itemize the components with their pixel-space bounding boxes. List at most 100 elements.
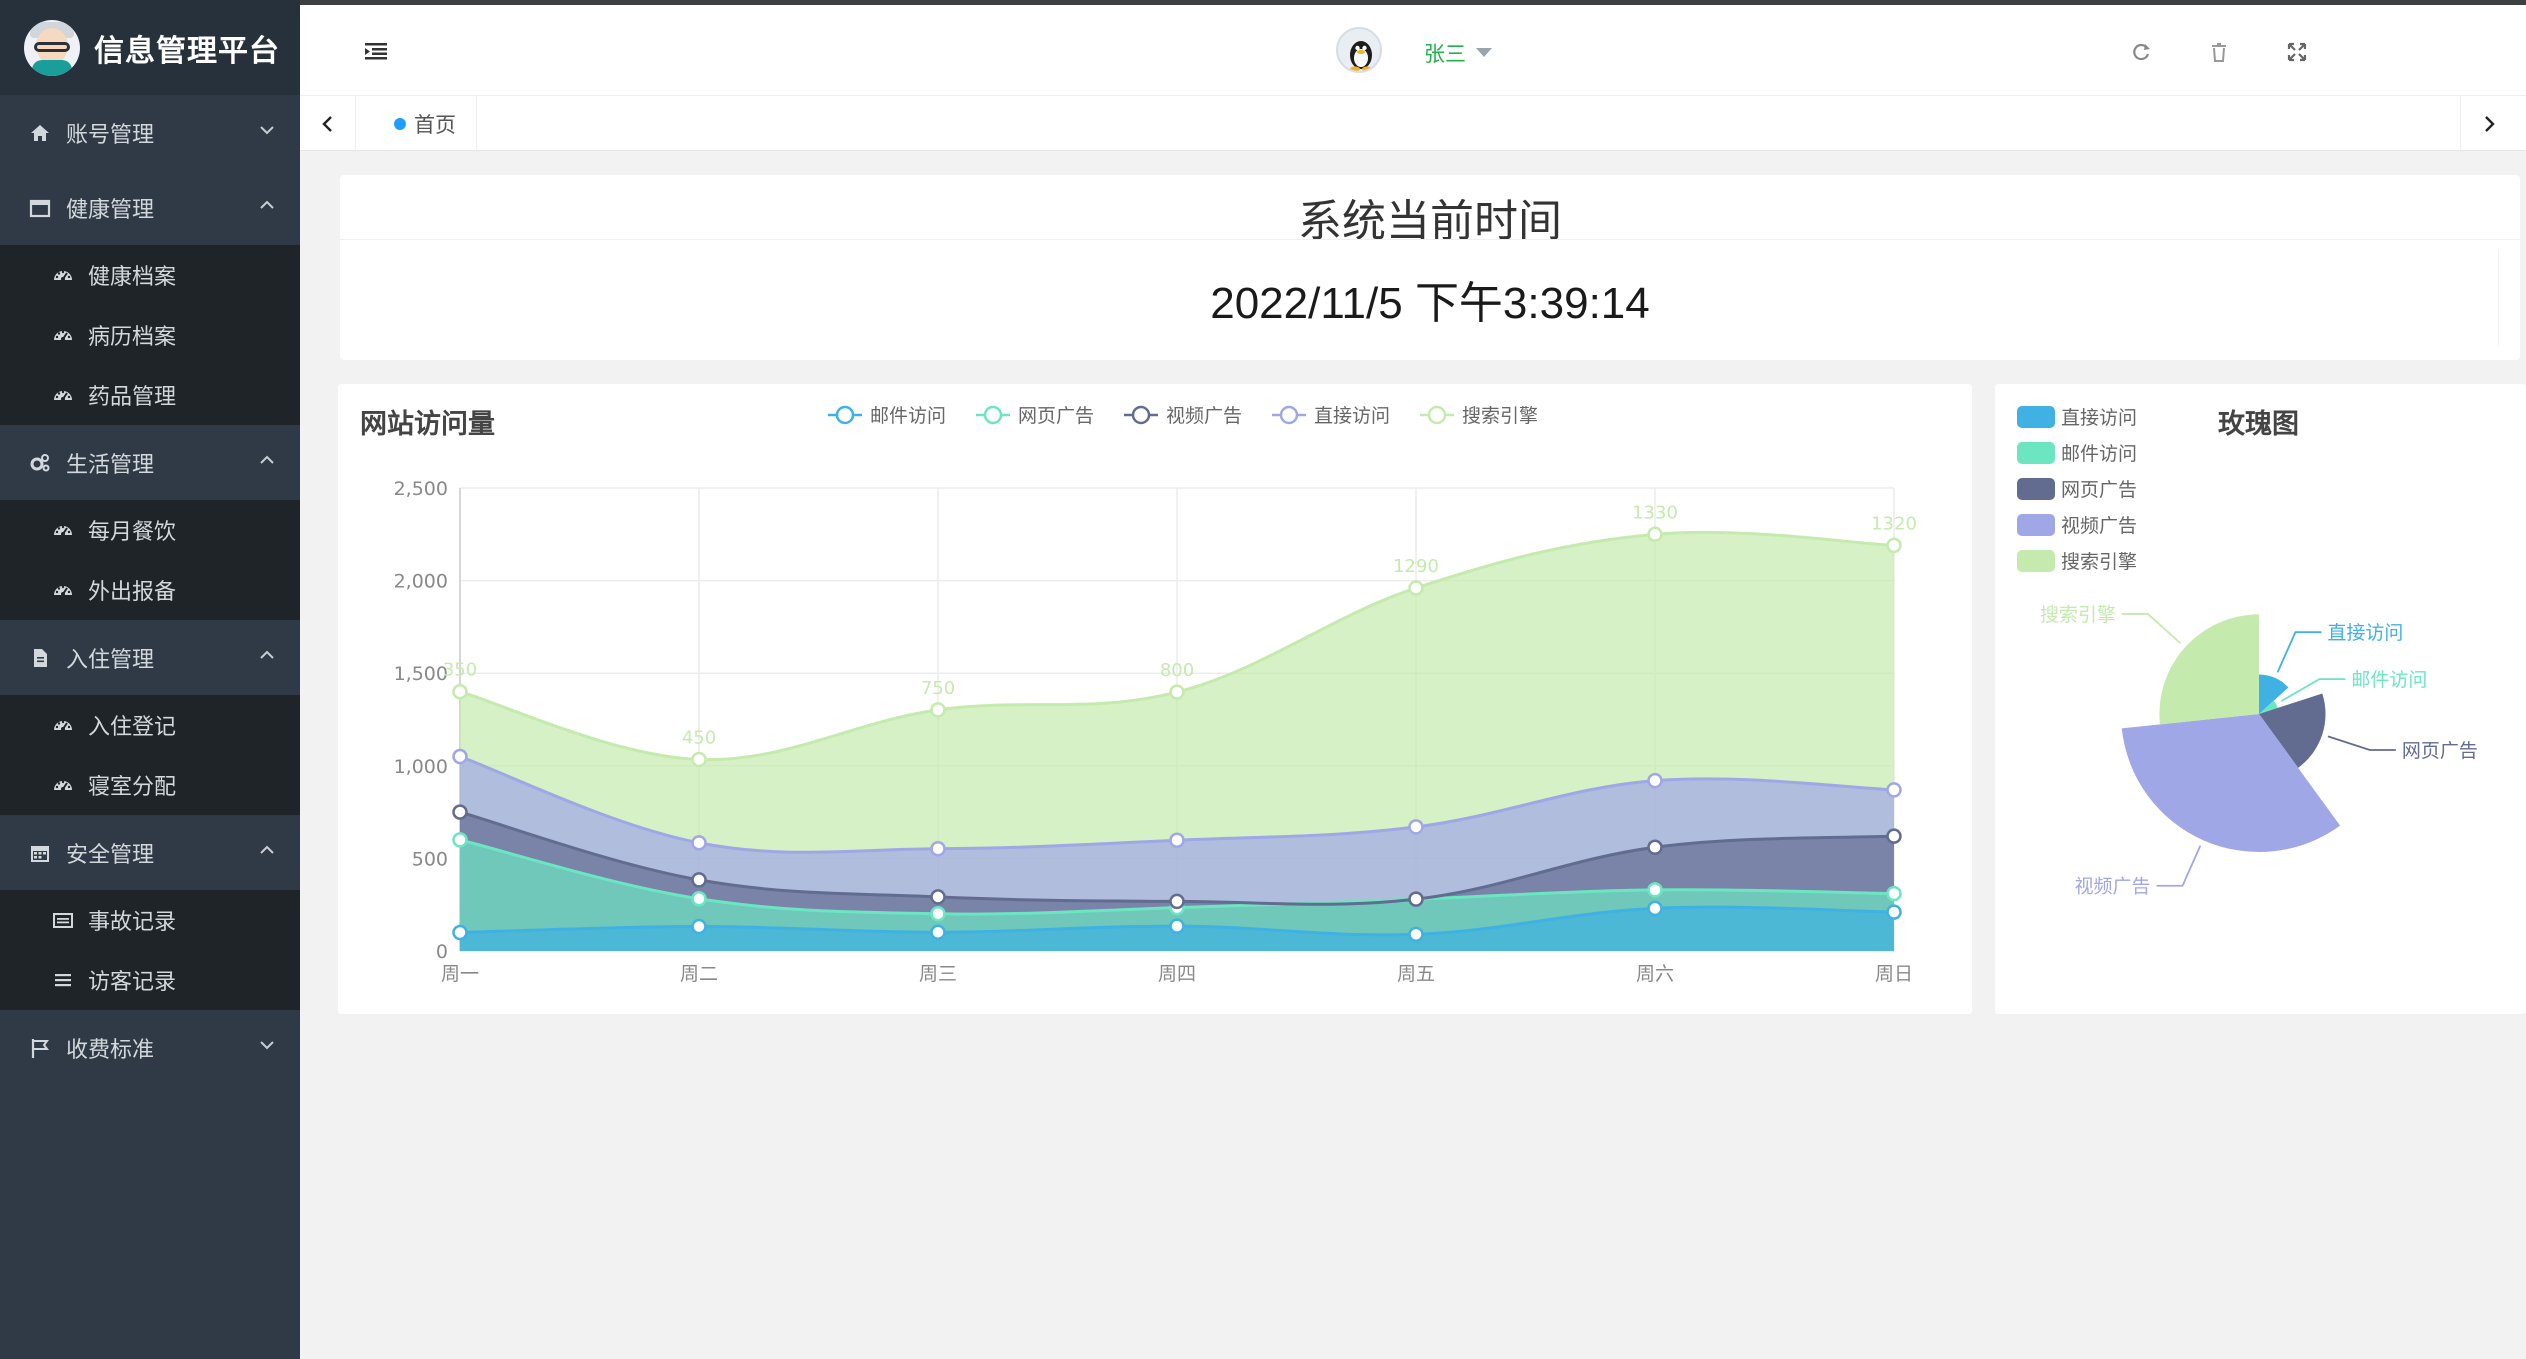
legend-item[interactable]: 网页广告 [2017, 478, 2137, 501]
legend-swatch [2017, 478, 2055, 500]
sidebar-submenu-item[interactable]: 外出报备 [0, 560, 300, 620]
data-point [1169, 832, 1185, 849]
tab-scroll-right-button[interactable] [2460, 96, 2516, 152]
sidebar-submenu-item[interactable]: 病历档案 [0, 305, 300, 365]
menu-toggle-icon[interactable] [365, 42, 387, 60]
sidebar-menu-label: 账号管理 [66, 122, 155, 148]
legend-item[interactable]: 视频广告 [1124, 405, 1242, 427]
sidebar-menu-item[interactable]: 入住管理 [0, 620, 300, 695]
sidebar-submenu-label: 外出报备 [88, 580, 177, 605]
legend-marker [1427, 405, 1447, 425]
data-point [1647, 526, 1663, 543]
logo-avatar-icon [24, 19, 80, 76]
visits-chart-card: 网站访问量 0 500 1,000 1,500 2,000 2,500 周一 周二 周三 周四 周五… [338, 384, 1972, 1014]
legend-item[interactable]: 搜索引擎 [1420, 405, 1538, 427]
card-icon [52, 909, 74, 931]
legend-label: 视频广告 [1166, 405, 1242, 427]
gears-icon [28, 451, 52, 475]
chevron-up-icon [260, 845, 274, 854]
caret-down-icon[interactable] [1476, 48, 1492, 57]
sidebar-menu-item[interactable]: 生活管理 [0, 425, 300, 500]
chevron-up-icon [260, 455, 274, 464]
data-label: 750 [921, 678, 955, 699]
legend-item[interactable]: 直接访问 [2017, 406, 2137, 429]
legend-item[interactable]: 邮件访问 [828, 405, 946, 427]
chevron-down-icon [260, 126, 274, 135]
sidebar-menu-label: 安全管理 [66, 842, 155, 868]
sidebar-menu-item[interactable]: 健康管理 [0, 170, 300, 245]
sidebar-submenu-item[interactable]: 寝室分配 [0, 755, 300, 815]
sidebar-submenu-label: 健康档案 [88, 265, 177, 290]
data-point [691, 891, 707, 907]
tab-bar: 首页 [300, 95, 2526, 152]
legend-swatch [2017, 550, 2055, 572]
sidebar-menu-item[interactable]: 收费标准 [0, 1010, 300, 1085]
data-point [452, 832, 468, 848]
legend-label: 直接访问 [1314, 405, 1390, 427]
rose-pie-chart: 直接访问邮件访问网页广告视频广告搜索引擎直接访问邮件访问网页广告视频广告搜索引擎 [2017, 406, 2478, 898]
rose-label-line [2156, 845, 2202, 887]
sidebar-menu-item[interactable]: 安全管理 [0, 815, 300, 890]
user-avatar[interactable] [1336, 27, 1382, 73]
sidebar-submenu-label: 入住登记 [88, 715, 177, 740]
data-point [1647, 772, 1663, 789]
sidebar-menu-item[interactable]: 账号管理 [0, 95, 300, 170]
sidebar-submenu-item[interactable]: 事故记录 [0, 890, 300, 950]
legend-item[interactable]: 视频广告 [2017, 514, 2137, 537]
data-point [691, 918, 707, 935]
x-tick-label: 周二 [680, 963, 718, 985]
sidebar-submenu: 入住登记寝室分配 [0, 695, 300, 815]
data-point [1647, 839, 1663, 856]
home-icon [28, 121, 52, 145]
legend-item[interactable]: 邮件访问 [2017, 442, 2137, 465]
data-point [452, 683, 468, 700]
sidebar-menu-label: 入住管理 [66, 647, 155, 673]
dashboard-icon [52, 714, 74, 736]
refresh-icon[interactable] [2130, 41, 2152, 63]
sidebar-submenu-label: 每月餐饮 [88, 520, 177, 545]
dashboard-icon [52, 324, 74, 346]
calendar-icon [28, 841, 52, 865]
data-point [691, 872, 707, 888]
sidebar-submenu-item[interactable]: 入住登记 [0, 695, 300, 755]
user-name[interactable]: 张三 [1424, 38, 1466, 68]
legend-label: 邮件访问 [2061, 443, 2137, 465]
data-label: 350 [443, 660, 477, 681]
data-point [1647, 900, 1663, 917]
sidebar-submenu-item[interactable]: 健康档案 [0, 245, 300, 305]
rose-label: 邮件访问 [2351, 669, 2427, 691]
legend-label: 搜索引擎 [1462, 405, 1538, 427]
sidebar-submenu-item[interactable]: 药品管理 [0, 365, 300, 425]
legend-item[interactable]: 直接访问 [1272, 405, 1390, 427]
legend-marker [983, 405, 1003, 425]
chevron-up-icon [260, 650, 274, 659]
tab-scroll-left-button[interactable] [300, 96, 356, 152]
rose-label: 搜索引擎 [2040, 604, 2116, 626]
chevron-left-icon [321, 116, 332, 132]
trash-icon[interactable] [2208, 41, 2230, 63]
chevron-down-icon [260, 1041, 274, 1050]
y-tick-label: 0 [436, 941, 448, 963]
data-point [1169, 684, 1185, 700]
time-panel: 系统当前时间 2022/11/5 下午3:39:14 [340, 175, 2520, 360]
sidebar-submenu-item[interactable]: 访客记录 [0, 950, 300, 1010]
rose-label-line [2276, 631, 2322, 673]
legend-item[interactable]: 网页广告 [976, 405, 1094, 427]
dashboard-icon [52, 384, 74, 406]
data-point [1886, 828, 1902, 844]
data-point [691, 751, 707, 768]
sidebar-submenu: 健康档案病历档案 药品管理 [0, 245, 300, 425]
legend-label: 搜索引擎 [2061, 551, 2137, 573]
fullscreen-icon[interactable] [2286, 41, 2308, 63]
legend-item[interactable]: 搜索引擎 [2017, 550, 2137, 573]
chevron-right-icon [2484, 116, 2495, 132]
rose-label: 直接访问 [2327, 622, 2403, 644]
sidebar-submenu-item[interactable]: 每月餐饮 [0, 500, 300, 560]
current-time: 2022/11/5 下午3:39:14 [1210, 279, 1650, 328]
tab-home[interactable]: 首页 [376, 96, 477, 152]
data-point [1408, 819, 1424, 835]
legend-label: 视频广告 [2061, 515, 2137, 537]
data-point [452, 924, 468, 941]
active-dot-icon [394, 118, 406, 130]
data-label: 450 [682, 728, 716, 749]
